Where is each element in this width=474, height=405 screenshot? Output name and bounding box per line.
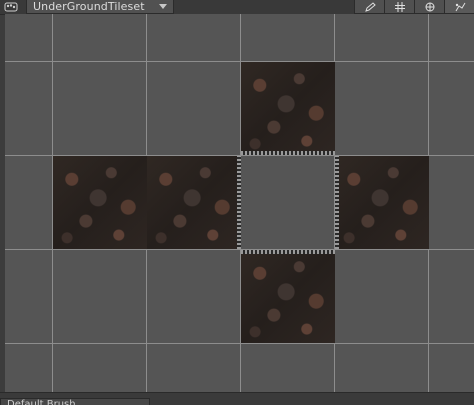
gizmo-icon bbox=[425, 2, 434, 11]
pencil-tool-button[interactable] bbox=[354, 0, 384, 14]
brush-bar: Default Brush bbox=[0, 392, 474, 405]
edit-tile-palette-button[interactable] bbox=[444, 0, 474, 14]
gizmo-toggle-button[interactable] bbox=[414, 0, 444, 14]
palette-tool-group bbox=[354, 0, 474, 14]
palette-toolbar: UnderGroundTileset bbox=[0, 0, 474, 15]
tile-middle-right[interactable] bbox=[335, 156, 429, 249]
tileset-dropdown-label: UnderGroundTileset bbox=[33, 0, 145, 13]
grid-line bbox=[5, 343, 474, 344]
tile-middle-center-left[interactable] bbox=[147, 156, 241, 249]
paint-edit-icon bbox=[455, 2, 465, 11]
chevron-down-icon bbox=[159, 4, 167, 9]
tile-palette-icon bbox=[0, 0, 22, 14]
tile-top-center[interactable] bbox=[241, 62, 335, 155]
grid-toggle-button[interactable] bbox=[384, 0, 414, 14]
pencil-icon bbox=[364, 1, 376, 12]
tile-bottom-center[interactable] bbox=[241, 250, 335, 343]
grid-line bbox=[5, 249, 474, 250]
tile-palette-grid[interactable] bbox=[5, 14, 474, 392]
tile-middle-left[interactable] bbox=[53, 156, 147, 249]
grid-line bbox=[5, 61, 474, 62]
tileset-dropdown[interactable]: UnderGroundTileset bbox=[26, 0, 174, 14]
grid-icon bbox=[394, 1, 405, 12]
